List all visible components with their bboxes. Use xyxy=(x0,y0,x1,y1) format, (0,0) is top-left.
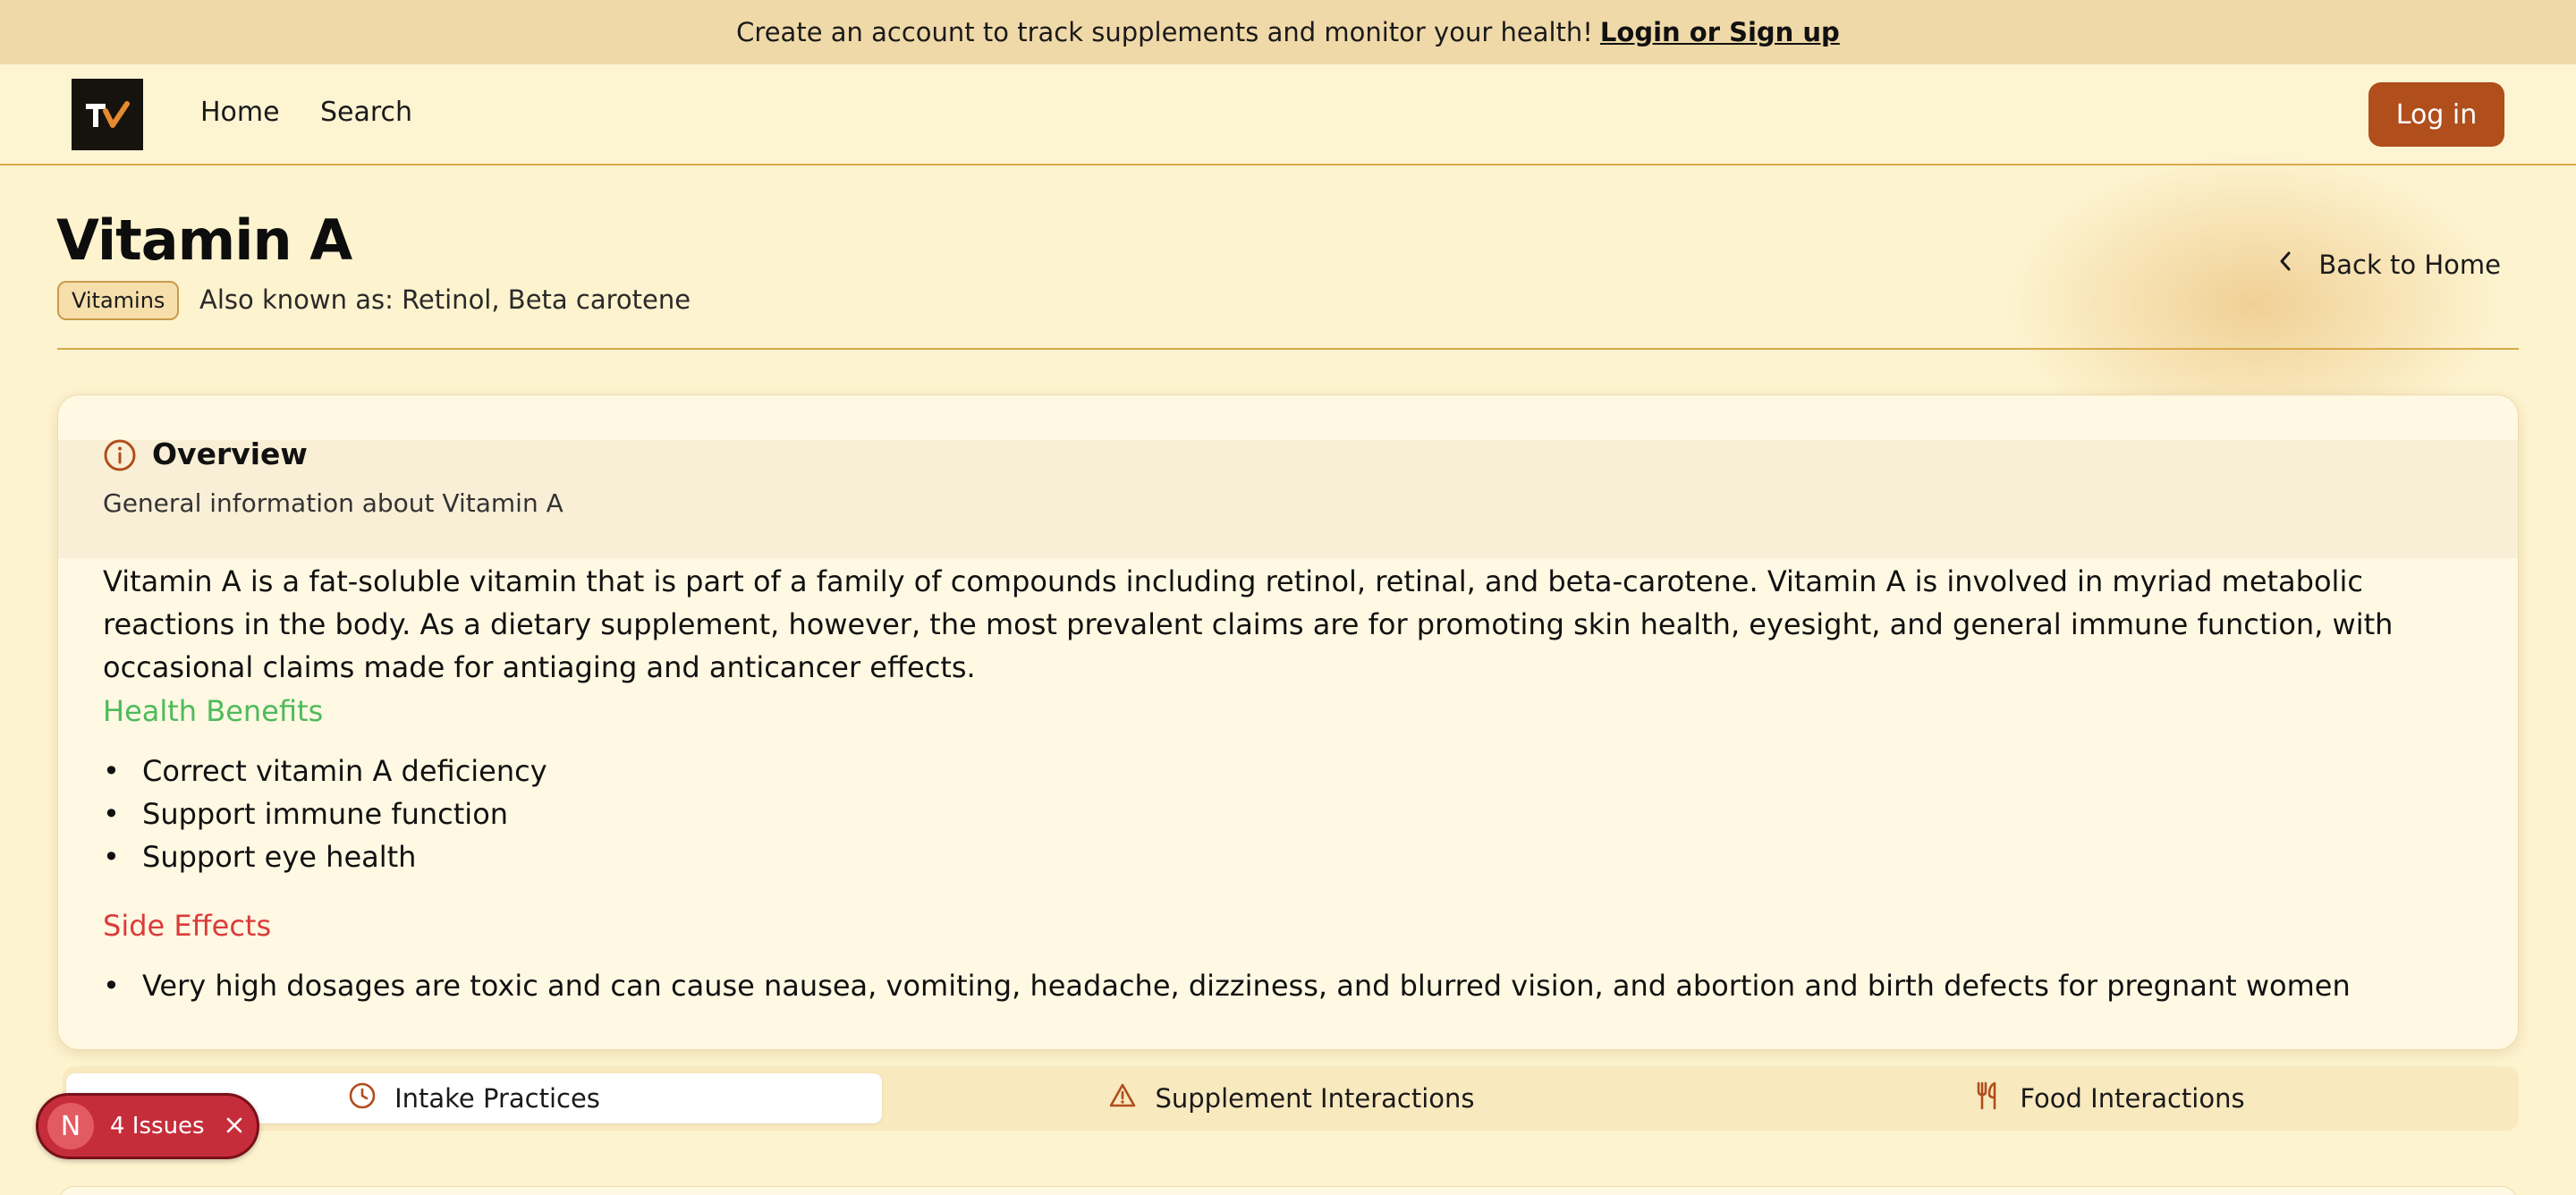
overview-description: Vitamin A is a fat-soluble vitamin that … xyxy=(103,564,2394,684)
tab-label: Food Interactions xyxy=(2020,1083,2245,1114)
nav-home-link[interactable]: Home xyxy=(200,97,280,128)
nav-search-link[interactable]: Search xyxy=(320,97,412,128)
warning-icon xyxy=(1108,1081,1155,1116)
also-known-as: Also known as: Retinol, Beta carotene xyxy=(199,284,691,315)
back-to-home-button[interactable]: Back to Home xyxy=(2277,249,2501,280)
n-logo-icon: N xyxy=(47,1103,94,1149)
list-item: Very high dosages are toxic and can caus… xyxy=(103,964,2351,1007)
list-item: Support immune function xyxy=(103,792,547,835)
overview-title: Overview xyxy=(152,436,308,471)
overview-card: Overview General information about Vitam… xyxy=(57,394,2519,1050)
issues-label: 4 Issues xyxy=(110,1113,205,1140)
tab-list: Intake Practices Supplement Interactions… xyxy=(63,1066,2519,1131)
health-benefits-title: Health Benefits xyxy=(103,694,324,728)
tab-supplement-interactions[interactable]: Supplement Interactions xyxy=(882,1073,1701,1123)
chevron-left-icon xyxy=(2277,249,2293,280)
tab-content-card xyxy=(57,1186,2519,1195)
login-signup-link[interactable]: Login or Sign up xyxy=(1600,17,1840,47)
side-effects-list: Very high dosages are toxic and can caus… xyxy=(103,964,2351,1007)
login-button[interactable]: Log in xyxy=(2368,82,2504,147)
navbar: Home Search Log in xyxy=(0,64,2576,165)
utensils-icon xyxy=(1973,1081,2020,1117)
close-icon[interactable] xyxy=(225,1111,244,1142)
tab-label: Intake Practices xyxy=(394,1083,600,1114)
list-item: Support eye health xyxy=(103,835,547,878)
banner-text: Create an account to track supplements a… xyxy=(736,17,1593,47)
page-title: Vitamin A xyxy=(56,208,352,273)
header-divider xyxy=(57,348,2519,350)
logo-mark-icon xyxy=(86,101,130,128)
health-benefits-list: Correct vitamin A deficiency Support imm… xyxy=(103,750,547,878)
logo[interactable] xyxy=(72,79,143,150)
overview-subtitle: General information about Vitamin A xyxy=(103,488,564,518)
side-effects-title: Side Effects xyxy=(103,909,272,943)
signup-banner: Create an account to track supplements a… xyxy=(0,0,2576,64)
tab-food-interactions[interactable]: Food Interactions xyxy=(1701,1073,2517,1123)
info-icon xyxy=(103,438,137,476)
tab-label: Supplement Interactions xyxy=(1155,1083,1475,1114)
list-item: Correct vitamin A deficiency xyxy=(103,750,547,792)
back-to-home-label: Back to Home xyxy=(2318,249,2501,280)
category-badge: Vitamins xyxy=(57,281,180,320)
clock-icon xyxy=(348,1081,394,1116)
issues-indicator[interactable]: N 4 Issues xyxy=(36,1093,259,1159)
